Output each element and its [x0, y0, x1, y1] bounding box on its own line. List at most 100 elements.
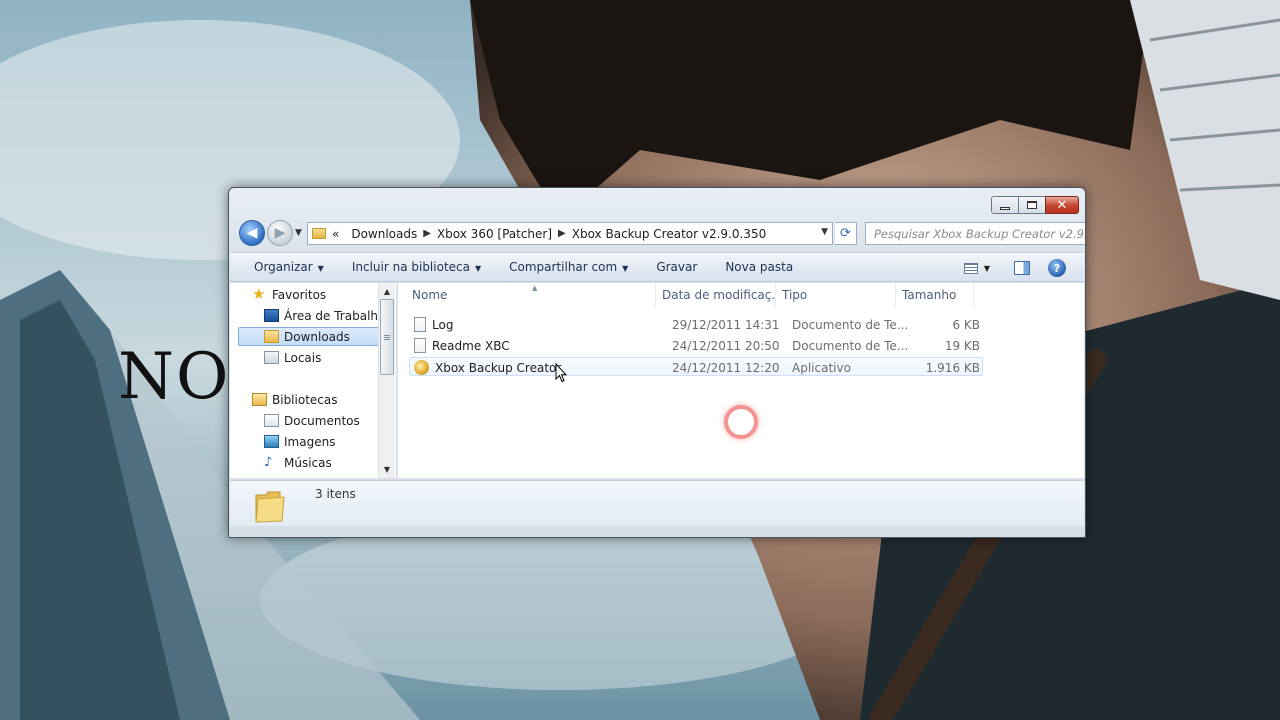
close-icon: ✕ — [1056, 197, 1068, 213]
breadcrumb-xbox-360-patcher[interactable]: Xbox 360 [Patcher] — [437, 227, 552, 241]
breadcrumb-downloads[interactable]: Downloads — [351, 227, 417, 241]
include-library-label: Incluir na biblioteca — [351, 260, 470, 274]
mouse-cursor-icon — [555, 363, 567, 383]
caption-buttons: ✕ — [991, 196, 1079, 214]
file-list: Nome ▲ Data de modificaç... Tipo Tamanho… — [398, 283, 1084, 478]
file-date: 24/12/2011 12:20 — [672, 360, 780, 375]
nav-item-downloads[interactable]: Downloads — [238, 327, 386, 346]
nav-item-documents[interactable]: Documentos — [264, 411, 396, 430]
close-button[interactable]: ✕ — [1045, 196, 1079, 214]
chevron-down-icon: ▼ — [474, 264, 482, 273]
click-highlight-ring — [724, 405, 758, 439]
documents-icon — [264, 414, 279, 427]
folder-icon — [264, 330, 279, 343]
folder-icon — [312, 228, 326, 239]
column-label: Nome — [412, 288, 448, 302]
breadcrumb-xbox-backup-creator[interactable]: Xbox Backup Creator v2.9.0.350 — [572, 227, 766, 241]
file-row[interactable]: Readme XBC 24/12/2011 20:50 Documento de… — [410, 336, 984, 355]
text-file-icon — [414, 338, 426, 353]
column-label: Tipo — [782, 288, 808, 302]
nav-item-label: Bibliotecas — [272, 392, 338, 407]
include-library-menu[interactable]: Incluir na biblioteca ▼ — [342, 260, 491, 274]
file-name-cell: Log — [414, 315, 666, 334]
chevron-down-icon: ▼ — [622, 264, 629, 273]
minimize-button[interactable] — [991, 196, 1019, 214]
views-icon[interactable] — [963, 262, 978, 274]
nav-item-label: Músicas — [284, 455, 332, 470]
command-bar: Organizar ▼ Incluir na biblioteca ▼ Compar… — [230, 252, 1084, 282]
navigation-pane: ★ Favoritos Área de Trabalho Downloads L… — [230, 283, 396, 478]
refresh-button[interactable]: ⟳ — [835, 222, 857, 245]
file-date: 29/12/2011 14:31 — [672, 317, 780, 332]
nav-scrollbar[interactable]: ▲ ▼ — [378, 283, 395, 478]
nav-item-label: Favoritos — [272, 287, 327, 302]
star-icon: ★ — [252, 285, 266, 303]
column-header-type[interactable]: Tipo — [776, 283, 896, 307]
column-label: Data de modificaç... — [662, 288, 776, 302]
burn-button[interactable]: Gravar — [646, 260, 707, 274]
nav-item-label: Área de Trabalho — [284, 308, 386, 323]
new-folder-label: Nova pasta — [725, 260, 794, 274]
file-name: Readme XBC — [432, 338, 510, 353]
organize-label: Organizar — [254, 260, 313, 274]
back-button[interactable]: ◀ — [239, 220, 265, 246]
scroll-down-icon[interactable]: ▼ — [379, 461, 395, 477]
scroll-up-icon[interactable]: ▲ — [379, 283, 395, 299]
forward-button[interactable]: ▶ — [267, 220, 293, 246]
burn-label: Gravar — [656, 260, 698, 274]
nav-item-label: Imagens — [284, 434, 336, 449]
nav-item-places[interactable]: Locais — [264, 348, 396, 367]
column-header-size[interactable]: Tamanho — [896, 283, 974, 307]
music-icon: ♪ — [264, 455, 273, 470]
chevron-down-icon: ▼ — [317, 264, 324, 273]
help-icon[interactable]: ? — [1048, 259, 1066, 277]
file-name-cell: Readme XBC — [414, 336, 666, 355]
address-bar[interactable]: « Downloads ▶ Xbox 360 [Patcher] ▶ Xbox … — [307, 222, 833, 245]
nav-item-images[interactable]: Imagens — [264, 432, 396, 451]
preview-pane-icon[interactable] — [1014, 261, 1030, 275]
refresh-icon: ⟳ — [840, 226, 851, 241]
maximize-icon — [1027, 201, 1037, 209]
file-row[interactable]: Xbox Backup Creator 24/12/2011 12:20 Apl… — [409, 357, 983, 376]
maximize-button[interactable] — [1018, 196, 1046, 214]
wallpaper-title-text: NO — [118, 340, 231, 414]
nav-item-favorites[interactable]: ★ Favoritos — [252, 285, 396, 304]
desktop-icon — [264, 309, 279, 322]
nav-item-music[interactable]: ♪ Músicas — [264, 453, 396, 472]
new-folder-button[interactable]: Nova pasta — [715, 260, 803, 274]
column-header-name[interactable]: Nome — [398, 283, 656, 307]
column-header-date[interactable]: Data de modificaç... — [656, 283, 776, 307]
file-type: Documento de Te... — [792, 317, 909, 332]
file-size: 6 KB — [952, 317, 980, 332]
nav-item-desktop[interactable]: Área de Trabalho — [264, 306, 396, 325]
chevron-down-icon[interactable]: ▼ — [984, 264, 990, 273]
pictures-icon — [264, 435, 279, 448]
nav-item-libraries[interactable]: Bibliotecas — [252, 390, 396, 409]
file-name: Log — [432, 317, 454, 332]
organize-menu[interactable]: Organizar ▼ — [244, 260, 334, 274]
search-input[interactable]: Pesquisar Xbox Backup Creator v2.9.0... — [865, 222, 1085, 245]
chevron-right-icon[interactable]: ▶ — [423, 228, 431, 239]
chevron-right-icon[interactable]: ▶ — [558, 228, 566, 239]
share-label: Compartilhar com — [509, 260, 618, 274]
command-bar-right: ▼ ? — [963, 253, 1084, 283]
file-type: Documento de Te... — [792, 338, 909, 353]
arrow-left-icon: ◀ — [246, 225, 258, 241]
file-size: 19 KB — [944, 338, 980, 353]
nav-item-label: Documentos — [284, 413, 360, 428]
arrow-right-icon: ▶ — [274, 225, 286, 241]
file-name-cell: Xbox Backup Creator — [414, 358, 666, 377]
nav-item-label: Locais — [284, 350, 322, 365]
file-row[interactable]: Log 29/12/2011 14:31 Documento de Te... … — [410, 315, 984, 334]
address-overflow-chevron[interactable]: « — [332, 227, 339, 241]
grip-icon — [384, 335, 390, 340]
application-icon — [414, 360, 429, 375]
scrollbar-thumb[interactable] — [380, 299, 394, 375]
details-pane: 3 itens — [230, 480, 1084, 526]
libraries-icon — [252, 393, 267, 406]
file-date: 24/12/2011 20:50 — [672, 338, 780, 353]
address-history-dropdown[interactable]: ▼ — [821, 227, 828, 237]
share-menu[interactable]: Compartilhar com ▼ — [499, 260, 638, 274]
recent-pages-dropdown[interactable]: ▼ — [295, 228, 302, 238]
file-name: Xbox Backup Creator — [435, 360, 562, 375]
